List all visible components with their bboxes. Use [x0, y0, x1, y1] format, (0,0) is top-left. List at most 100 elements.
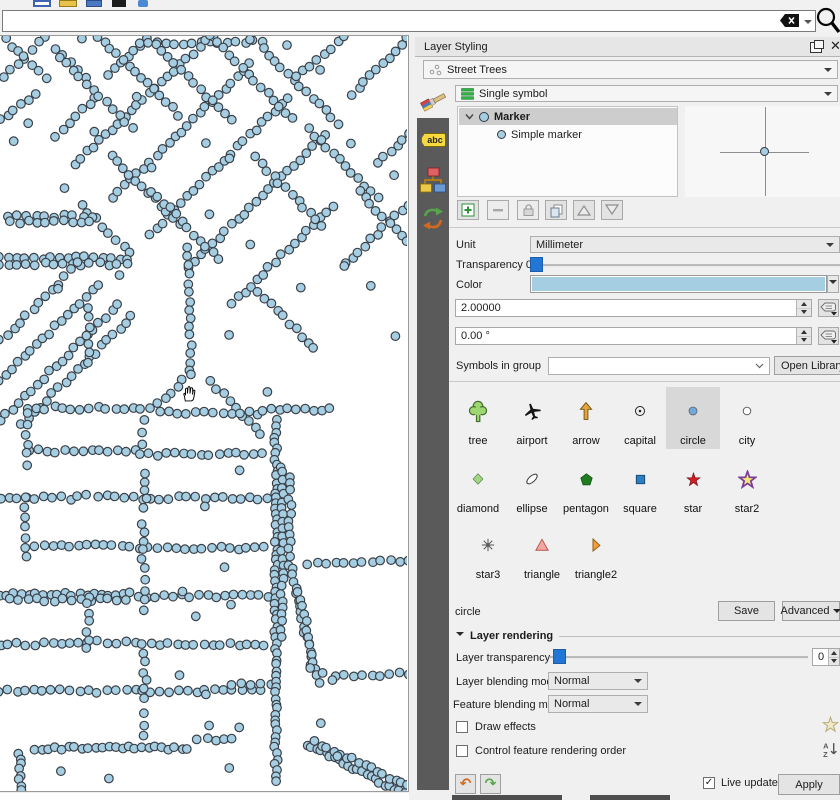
- layer-rendering-header[interactable]: Layer rendering: [456, 630, 840, 642]
- save-project-icon[interactable]: [86, 0, 102, 7]
- symbol-label: city: [739, 435, 756, 447]
- unit-combo[interactable]: Millimeter: [530, 236, 840, 253]
- draw-effects-checkbox[interactable]: [456, 721, 468, 733]
- layer-blending-label: Layer blending mode: [456, 676, 559, 688]
- remove-symbol-layer-button[interactable]: [487, 200, 509, 220]
- draw-effects-row: Draw effects: [456, 721, 536, 733]
- symbol-circle[interactable]: circle: [666, 387, 720, 449]
- symbol-arrow[interactable]: arrow: [559, 387, 613, 449]
- color-dropdown-icon[interactable]: [827, 275, 839, 293]
- float-panel-icon[interactable]: [810, 42, 822, 53]
- feature-blending-combo[interactable]: Normal: [548, 695, 648, 713]
- control-order-checkbox[interactable]: [456, 745, 468, 757]
- move-up-button[interactable]: [573, 200, 595, 220]
- lock-button[interactable]: [517, 200, 539, 220]
- live-update-row: ✓ Live update: [703, 777, 778, 789]
- transparency-slider-handle[interactable]: [530, 257, 543, 272]
- clear-search-icon[interactable]: [779, 13, 800, 28]
- ellipse-icon: [524, 455, 540, 503]
- symbol-ellipse[interactable]: ellipse: [505, 455, 559, 517]
- expander-icon[interactable]: [465, 113, 474, 120]
- symbols-group-combo[interactable]: [548, 357, 770, 375]
- style-manager-icon[interactable]: [112, 0, 126, 7]
- arrow-icon: [577, 387, 595, 435]
- history-icon: [421, 207, 445, 230]
- sort-az-icon[interactable]: A Z: [822, 741, 839, 758]
- map-canvas[interactable]: [0, 35, 409, 792]
- tab-symbology[interactable]: [417, 84, 449, 118]
- size-spinbox[interactable]: 2.00000: [455, 299, 812, 317]
- star2-icon: [738, 455, 757, 503]
- locator-input[interactable]: [2, 10, 816, 32]
- symbol-tree[interactable]: tree: [451, 387, 505, 449]
- triangle-icon: [535, 521, 549, 569]
- preview-marker: [760, 147, 769, 156]
- rotation-spin-arrows[interactable]: [796, 328, 811, 344]
- control-order-label: Control feature rendering order: [475, 745, 626, 757]
- duplicate-button[interactable]: [545, 200, 567, 220]
- symbol-triangle[interactable]: triangle: [515, 521, 569, 583]
- layer-selector-label: Street Trees: [447, 64, 507, 76]
- tab-history[interactable]: [417, 201, 449, 235]
- renderer-combo[interactable]: Single symbol: [455, 85, 838, 102]
- layer-transparency-slider-handle[interactable]: [553, 649, 566, 664]
- save-button[interactable]: Save: [718, 601, 775, 621]
- symbol-star[interactable]: star: [666, 455, 720, 517]
- search-icon[interactable]: [815, 5, 840, 34]
- color-swatch[interactable]: [530, 275, 827, 293]
- triangle2-icon: [589, 521, 603, 569]
- symbol-star3[interactable]: star3: [461, 521, 515, 583]
- symbol-star2[interactable]: star2: [720, 455, 774, 517]
- symbol-triangle2[interactable]: triangle2: [569, 521, 623, 583]
- transparency-slider[interactable]: [530, 264, 840, 267]
- tree-row-simple-marker[interactable]: Simple marker: [459, 126, 677, 143]
- close-panel-icon[interactable]: ✕: [830, 39, 840, 53]
- chevron-down-icon: [634, 679, 642, 687]
- symbol-pentagon[interactable]: pentagon: [559, 455, 613, 517]
- tab-diagrams[interactable]: [417, 160, 449, 200]
- effects-star-icon[interactable]: [822, 716, 839, 733]
- symbol-label: triangle2: [575, 569, 617, 581]
- symbol-city[interactable]: city: [720, 387, 774, 449]
- tree-row-marker[interactable]: Marker: [459, 108, 677, 125]
- control-order-row: Control feature rendering order: [456, 745, 626, 757]
- layer-transparency-slider[interactable]: [550, 656, 808, 659]
- apply-button[interactable]: Apply: [778, 774, 840, 795]
- open-library-label: Open Library: [781, 360, 840, 372]
- spin-arrows[interactable]: [828, 649, 839, 665]
- tab-labels[interactable]: abc: [417, 123, 449, 157]
- chevron-down-icon: [833, 609, 840, 617]
- move-down-button[interactable]: [601, 200, 623, 220]
- save-label: Save: [734, 605, 759, 617]
- symbol-capital[interactable]: capital: [613, 387, 667, 449]
- hand-cursor-icon: [180, 385, 197, 402]
- symbol-label: diamond: [457, 503, 499, 515]
- symbol-square[interactable]: square: [613, 455, 667, 517]
- live-update-checkbox[interactable]: ✓: [703, 777, 715, 789]
- separator: [449, 227, 840, 228]
- size-data-defined-button[interactable]: [818, 299, 839, 317]
- advanced-label: Advanced: [781, 605, 830, 617]
- advanced-button[interactable]: Advanced: [782, 601, 840, 621]
- rotation-data-defined-button[interactable]: [818, 327, 839, 345]
- layer-transparency-spinbox[interactable]: 0: [812, 648, 840, 666]
- symbol-layer-tree: Marker Simple marker: [457, 106, 678, 197]
- tree-simple-marker-label: Simple marker: [511, 129, 582, 141]
- new-project-icon[interactable]: [33, 0, 51, 7]
- size-spin-arrows[interactable]: [796, 300, 811, 316]
- add-symbol-layer-button[interactable]: [457, 200, 479, 220]
- symbol-diamond[interactable]: diamond: [451, 455, 505, 517]
- redo-button[interactable]: ↷: [480, 774, 501, 794]
- open-library-button[interactable]: Open Library: [774, 356, 840, 375]
- layer-selector-combo[interactable]: Street Trees: [423, 60, 838, 79]
- symbol-airport[interactable]: airport: [505, 387, 559, 449]
- help-icon[interactable]: [138, 0, 148, 7]
- layer-blending-combo[interactable]: Normal: [548, 672, 648, 690]
- rotation-spinbox[interactable]: 0.00 °: [455, 327, 812, 345]
- rotation-value: 0.00 °: [456, 330, 490, 342]
- open-project-icon[interactable]: [59, 0, 77, 7]
- unit-label: Unit: [456, 239, 476, 251]
- symbol-label: square: [623, 503, 657, 515]
- undo-button[interactable]: ↶: [455, 774, 476, 794]
- locator-dropdown-icon[interactable]: [804, 20, 812, 28]
